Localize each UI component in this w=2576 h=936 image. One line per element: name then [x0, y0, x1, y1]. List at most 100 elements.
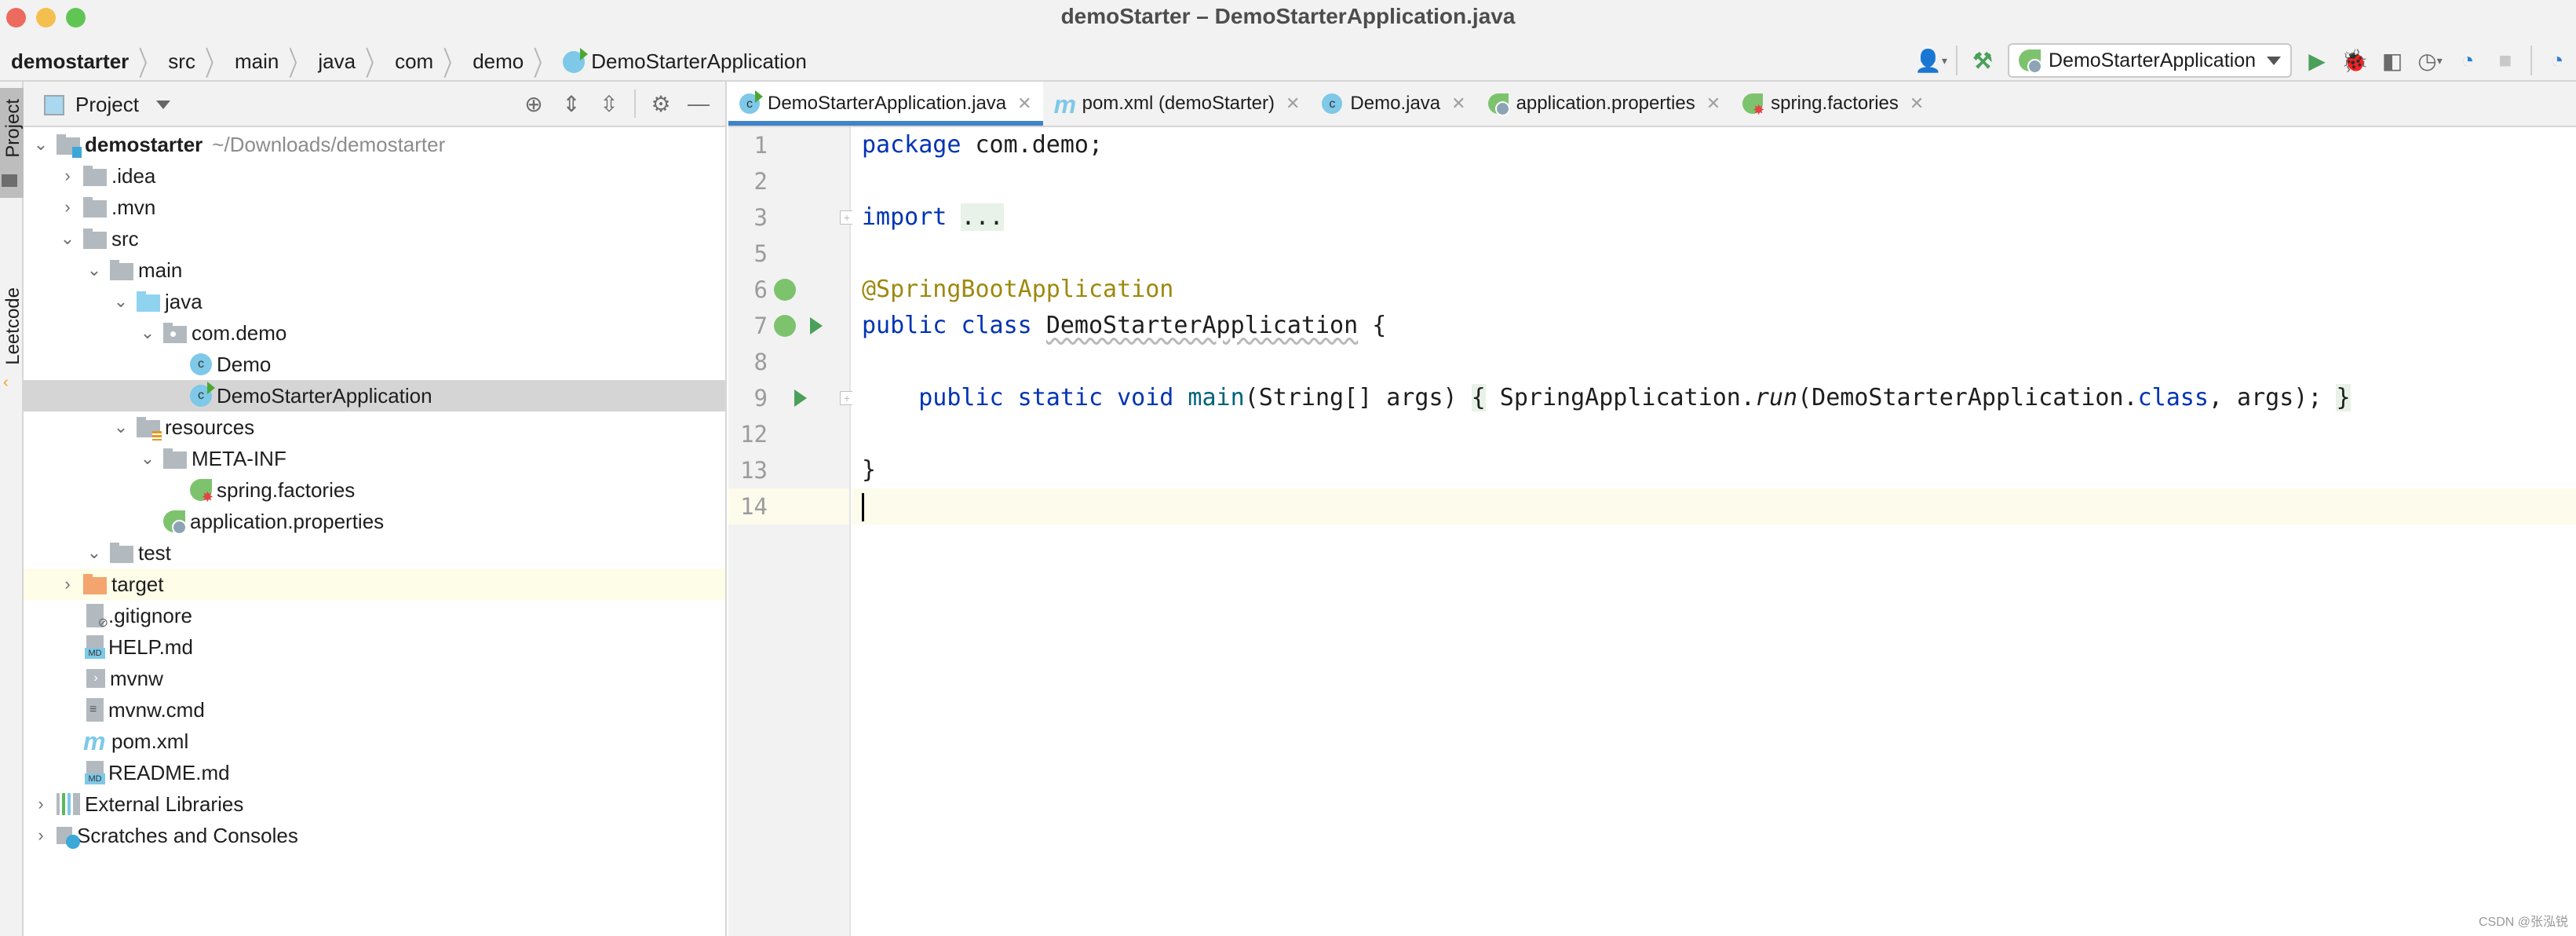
- gear-icon[interactable]: ⚙: [647, 90, 675, 118]
- tree-item[interactable]: › External Libraries: [24, 788, 725, 820]
- chevron-down-icon[interactable]: ⌄: [138, 448, 157, 469]
- tree-item[interactable]: ›.gitignore: [24, 600, 725, 631]
- tree-item[interactable]: ›README.md: [24, 757, 725, 788]
- editor-tab[interactable]: m pom.xml (demoStarter) ✕: [1043, 82, 1312, 126]
- tree-item[interactable]: ››mvnw: [24, 663, 725, 694]
- folder-icon: [83, 166, 107, 186]
- close-tab-icon[interactable]: ✕: [1910, 93, 1924, 114]
- tree-item[interactable]: ›cDemoStarterApplication: [24, 380, 725, 411]
- tree-item[interactable]: ⌄ src: [24, 223, 725, 254]
- speedometer-icon[interactable]: ◔: [2454, 46, 2482, 75]
- tree-item[interactable]: ›HELP.md: [24, 631, 725, 663]
- chevron-down-icon[interactable]: ⌄: [111, 417, 130, 437]
- tree-item-label: demostarter: [85, 132, 203, 156]
- leetcode-tool-button[interactable]: Leetcode: [2, 287, 24, 365]
- chevron-down-icon[interactable]: ⌄: [111, 291, 130, 312]
- close-tab-icon[interactable]: ✕: [1451, 93, 1465, 114]
- tree-item[interactable]: ›mpom.xml: [24, 726, 725, 757]
- build-hammer-icon[interactable]: ⚒: [1968, 46, 1997, 75]
- tree-item[interactable]: ⌄ test: [24, 537, 725, 569]
- run-main-icon[interactable]: [794, 389, 807, 407]
- chevron-down-icon[interactable]: ⌄: [31, 134, 50, 155]
- coverage-icon[interactable]: ◧: [2378, 46, 2406, 75]
- code-line: public static void main(String[] args) {…: [852, 380, 2576, 416]
- spring-bean-class-icon[interactable]: [774, 315, 796, 337]
- tree-item[interactable]: ⌄ java: [24, 286, 725, 317]
- tree-item[interactable]: ⌄ resources: [24, 411, 725, 443]
- app-class-icon: c: [739, 90, 763, 114]
- vcs-user-icon[interactable]: 👤 ▾: [1914, 46, 1947, 75]
- editor-tab[interactable]: application.properties ✕: [1477, 82, 1732, 126]
- chevron-down-icon[interactable]: ⌄: [138, 323, 157, 343]
- tree-item[interactable]: ›cDemo: [24, 349, 725, 380]
- breadcrumb-item[interactable]: java: [318, 49, 356, 74]
- tree-item-label: com.demo: [192, 320, 287, 345]
- debug-icon[interactable]: 🐞: [2341, 46, 2369, 75]
- chevron-down-icon[interactable]: ⌄: [85, 543, 104, 563]
- watermark: CSDN @张泓锐: [2478, 916, 2568, 929]
- breadcrumb-item[interactable]: main: [235, 49, 279, 74]
- tree-item[interactable]: ›mvnw.cmd: [24, 694, 725, 726]
- chevron-right-icon[interactable]: ›: [31, 794, 50, 814]
- tree-item-label: java: [165, 289, 203, 313]
- cmd-file-icon: [86, 698, 104, 722]
- close-tab-icon[interactable]: ✕: [1286, 93, 1300, 114]
- breadcrumb-item[interactable]: DemoStarterApplication: [591, 49, 807, 74]
- chevron-down-icon[interactable]: ⌄: [58, 229, 77, 249]
- tree-item-label: .idea: [111, 163, 156, 188]
- tree-item[interactable]: ⌄ demostarter ~/Downloads/demostarter: [24, 129, 725, 160]
- run-configuration-select[interactable]: DemoStarterApplication: [2007, 43, 2292, 78]
- tree-item-label: Scratches and Consoles: [77, 823, 298, 847]
- shell-file-icon: ›: [86, 669, 105, 688]
- spring-app-class-icon: [563, 47, 589, 73]
- breadcrumb-item[interactable]: src: [168, 49, 195, 74]
- speedometer-plugin-icon[interactable]: ◔: [2543, 46, 2571, 75]
- chevron-right-icon[interactable]: ›: [58, 574, 77, 594]
- tree-item[interactable]: ⌄ main: [24, 254, 725, 286]
- locate-crosshair-icon[interactable]: ⊕: [520, 90, 548, 118]
- chevron-right-icon[interactable]: ›: [58, 197, 77, 218]
- stop-icon[interactable]: ■: [2491, 46, 2519, 75]
- project-view-select[interactable]: Project: [44, 93, 170, 117]
- run-class-icon[interactable]: [810, 317, 823, 335]
- tree-item-label: .mvn: [111, 195, 156, 219]
- code-text: (DemoStarterApplication.: [1797, 384, 2138, 411]
- tree-item[interactable]: ⌄ com.demo: [24, 317, 725, 349]
- tree-item[interactable]: ›spring.factories: [24, 474, 725, 506]
- tree-item[interactable]: › Scratches and Consoles: [24, 820, 725, 851]
- tree-item[interactable]: › .idea: [24, 160, 725, 192]
- editor-tab[interactable]: c Demo.java ✕: [1311, 82, 1476, 126]
- breadcrumb-item[interactable]: demo: [473, 49, 524, 74]
- editor-tab[interactable]: c DemoStarterApplication.java ✕: [728, 82, 1043, 126]
- folded-brace[interactable]: }: [2336, 384, 2351, 411]
- breadcrumb-item[interactable]: com: [395, 49, 433, 74]
- breadcrumb-item[interactable]: demostarter: [11, 49, 129, 74]
- chevron-right-icon[interactable]: ›: [31, 825, 50, 846]
- collapse-all-icon[interactable]: ⇳: [595, 90, 623, 118]
- folded-brace[interactable]: {: [1471, 384, 1486, 411]
- tree-item[interactable]: ⌄ META-INF: [24, 443, 725, 474]
- line-number: 2: [753, 168, 768, 195]
- close-tab-icon[interactable]: ✕: [1706, 93, 1720, 114]
- tree-item[interactable]: › .mvn: [24, 192, 725, 223]
- hide-panel-icon[interactable]: —: [684, 90, 713, 118]
- method-call: run: [1754, 384, 1798, 411]
- expand-all-icon[interactable]: ⇕: [557, 90, 586, 118]
- editor-tab[interactable]: spring.factories ✕: [1731, 82, 1935, 126]
- profile-icon[interactable]: ◷ ▾: [2416, 46, 2444, 75]
- project-tool-button[interactable]: Project: [0, 88, 24, 198]
- run-icon[interactable]: ▶: [2303, 46, 2331, 75]
- folded-imports[interactable]: ...: [961, 203, 1004, 231]
- tree-item[interactable]: › target: [24, 569, 725, 600]
- spring-bean-search-icon[interactable]: [774, 279, 796, 301]
- tree-item[interactable]: ›application.properties: [24, 506, 725, 537]
- code-editor[interactable]: package com.demo; import ... @SpringBoot…: [852, 127, 2576, 936]
- gutter-row-current: 14: [728, 488, 849, 525]
- source-folder-icon: [137, 291, 160, 312]
- chevron-right-icon[interactable]: ›: [58, 166, 77, 186]
- chevron-down-icon[interactable]: ⌄: [85, 260, 104, 280]
- keyword: class: [961, 312, 1032, 339]
- close-tab-icon[interactable]: ✕: [1017, 93, 1031, 114]
- code-text: com.demo;: [961, 131, 1104, 159]
